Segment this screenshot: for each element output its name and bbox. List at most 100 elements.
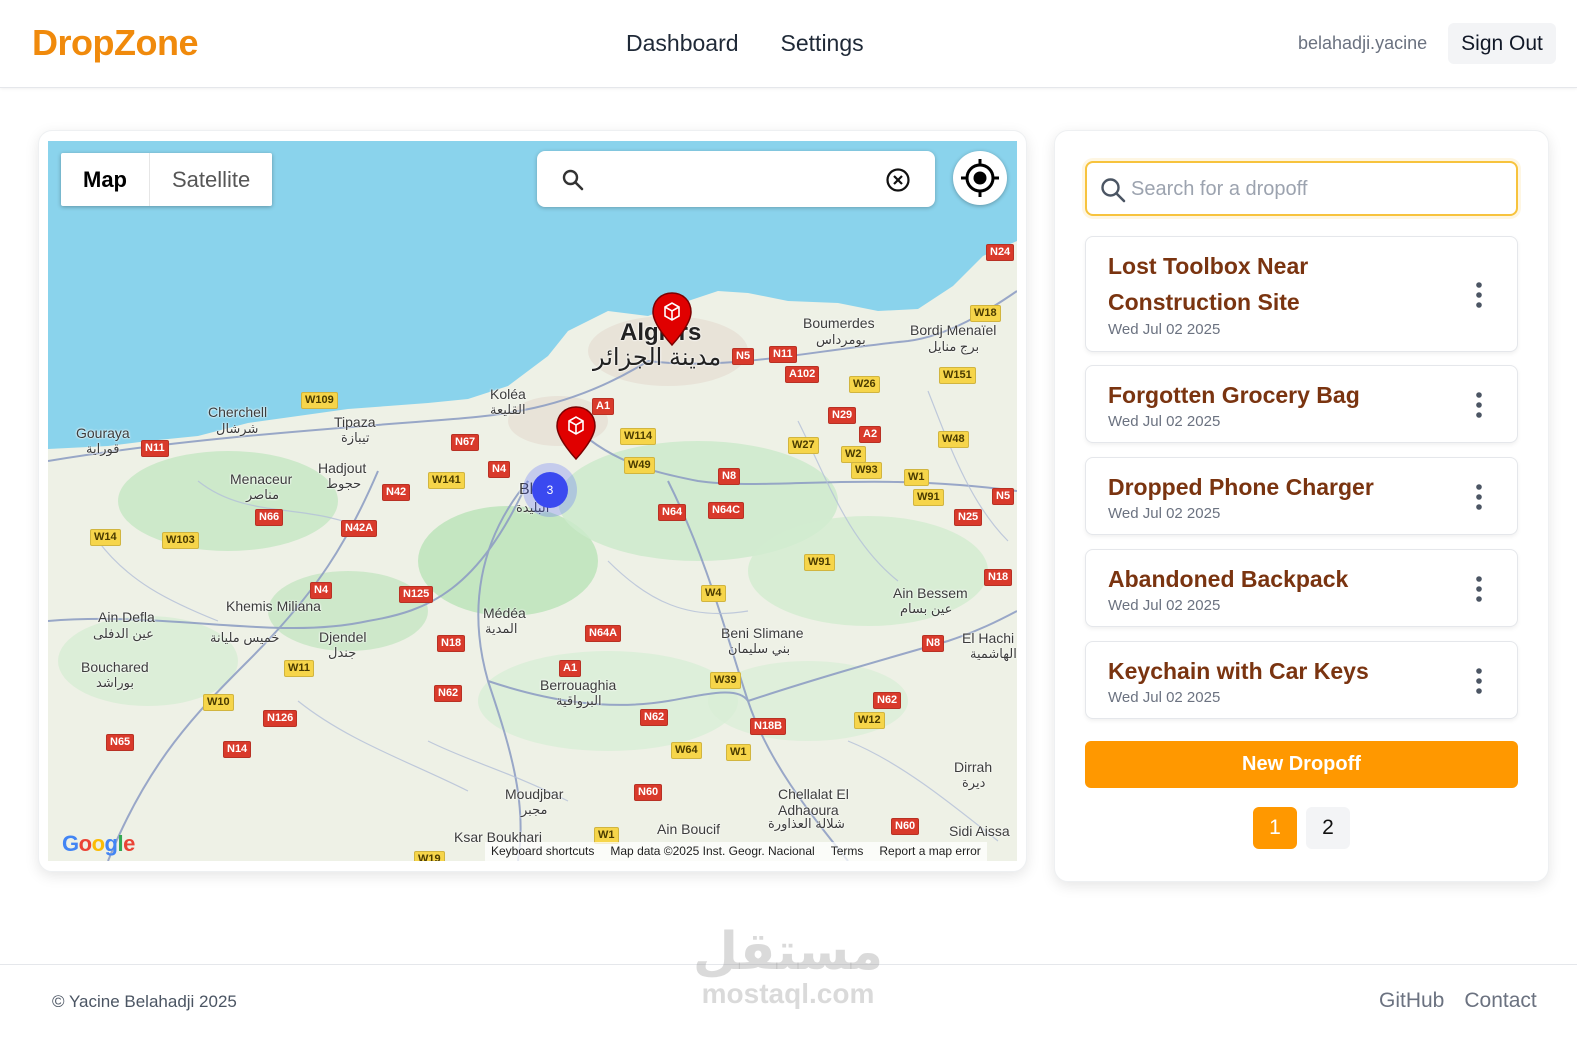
road-shield: W1 [904, 469, 929, 486]
map-label-gouraya-ar: قوراية [86, 441, 120, 456]
dropoff-list-item[interactable]: Abandoned Backpack Wed Jul 02 2025 [1085, 549, 1518, 627]
road-shield: W151 [939, 367, 976, 384]
footer-links: GitHub Contact [1379, 989, 1537, 1013]
road-shield: W11 [284, 660, 315, 677]
map-label-berrouaghia: Berrouaghia [540, 677, 617, 693]
road-shield: W91 [804, 554, 835, 571]
google-map[interactable]: Algiers مدينة الجزائر Boumerdes بومرداس … [48, 141, 1017, 861]
dropoff-list-item[interactable]: Dropped Phone Charger Wed Jul 02 2025 [1085, 457, 1518, 535]
map-label-ain-boucif: Ain Boucif [657, 821, 721, 837]
dropoff-list-item[interactable]: Keychain with Car Keys Wed Jul 02 2025 [1085, 641, 1518, 719]
report-map-error-link[interactable]: Report a map error [879, 842, 980, 861]
road-shield: W27 [788, 437, 819, 454]
locate-me-button[interactable] [953, 151, 1007, 205]
map-label-ain-bessem-ar: عين بسام [900, 601, 953, 616]
google-logo-letter: o [91, 831, 105, 856]
road-shield: N64A [585, 625, 622, 642]
watermark-arabic: مستقل [692, 923, 884, 981]
more-options-icon[interactable] [1474, 483, 1484, 516]
pagination-page-1[interactable]: 1 [1253, 807, 1297, 849]
dropoff-title: Dropped Phone Charger [1108, 474, 1374, 500]
watermark-latin: mostaql.com [701, 978, 875, 1009]
road-shield: N60 [634, 784, 663, 801]
road-shield: W19 [414, 851, 445, 861]
sign-out-button[interactable]: Sign Out [1448, 23, 1556, 64]
road-shield: N126 [263, 710, 298, 727]
dropoff-map-marker[interactable] [555, 405, 597, 466]
dropoff-title: Forgotten Grocery Bag [1108, 382, 1360, 408]
map-label-tipaza-ar: تيبازة [341, 430, 370, 445]
map-type-map-button[interactable]: Map [61, 153, 150, 206]
map-label-menaceur-ar: مناصر [246, 487, 280, 502]
road-shield: W49 [624, 457, 655, 474]
road-shield: N64 [658, 504, 687, 521]
keyboard-shortcuts-link[interactable]: Keyboard shortcuts [491, 842, 594, 861]
map-label-bouchared: Bouchared [81, 659, 149, 675]
dropoff-search-box [1085, 161, 1518, 216]
map-label-kolea-ar: القليعة [490, 402, 526, 417]
road-shield: N18 [437, 635, 466, 652]
map-label-el-hachi: El Hachi [962, 630, 1015, 646]
marker-cluster[interactable]: 3 [523, 463, 577, 517]
pagination-page-2[interactable]: 2 [1306, 807, 1350, 849]
dropoff-search-input[interactable] [1131, 171, 1501, 207]
dropoff-date: Wed Jul 02 2025 [1108, 321, 1221, 338]
road-shield: W2 [841, 446, 866, 463]
more-options-icon[interactable] [1474, 575, 1484, 608]
map-label-moudjbar: Moudjbar [505, 786, 564, 802]
google-logo-text: Google [62, 831, 135, 856]
map-label-khemis-miliana-ar: خميس مليانة [210, 630, 280, 645]
road-shield: N60 [891, 818, 920, 835]
road-shield: N125 [399, 586, 434, 603]
road-shield: N18B [750, 718, 787, 735]
nav-settings[interactable]: Settings [781, 30, 864, 57]
road-shield: N11 [769, 346, 797, 363]
map-label-sidi-aissa: Sidi Aissa [949, 823, 1010, 839]
road-shield: N62 [434, 685, 463, 702]
dropoff-title: Keychain with Car Keys [1108, 658, 1369, 684]
map-label-chellalat: Chellalat El Adhaoura [778, 786, 849, 818]
dropoff-list-item[interactable]: Lost Toolbox Near Construction Site Wed … [1085, 236, 1518, 352]
road-shield: N24 [986, 244, 1015, 261]
google-logo[interactable]: Google [62, 831, 135, 857]
dropoff-date: Wed Jul 02 2025 [1108, 597, 1221, 614]
more-options-icon[interactable] [1474, 281, 1484, 314]
google-logo-letter: e [123, 831, 135, 856]
search-icon [561, 168, 585, 197]
new-dropoff-button[interactable]: New Dropoff [1085, 741, 1518, 788]
map-label-djendel-ar: جندل [328, 645, 357, 660]
map-label-ain-defla: Ain Defla [98, 609, 155, 625]
clear-search-icon[interactable] [885, 167, 911, 198]
app-logo[interactable]: DropZone [32, 22, 198, 64]
nav-dashboard[interactable]: Dashboard [626, 30, 739, 57]
more-options-icon[interactable] [1474, 391, 1484, 424]
road-shield: N5 [732, 348, 755, 365]
map-label-ain-bessem: Ain Bessem [893, 585, 968, 601]
map-attribution: Keyboard shortcuts Map data ©2025 Inst. … [485, 842, 987, 861]
map-label-bouchared-ar: بوراشد [96, 675, 134, 690]
terms-link[interactable]: Terms [831, 842, 864, 861]
road-shield: W26 [849, 376, 880, 393]
more-options-icon[interactable] [1474, 667, 1484, 700]
road-shield: N62 [640, 709, 669, 726]
road-shield: W39 [710, 672, 741, 689]
map-search-box[interactable] [537, 151, 935, 207]
road-shield: N4 [310, 582, 333, 599]
dropoff-list-item[interactable]: Forgotten Grocery Bag Wed Jul 02 2025 [1085, 365, 1518, 443]
map-type-control: Map Satellite [61, 153, 273, 206]
road-shield: W14 [90, 529, 121, 546]
road-shield: W109 [301, 392, 338, 409]
github-link[interactable]: GitHub [1379, 989, 1444, 1013]
road-shield: N11 [141, 440, 169, 457]
road-shield: N14 [223, 741, 252, 758]
map-label-tipaza: Tipaza [334, 414, 376, 430]
road-shield: W10 [203, 694, 234, 711]
contact-link[interactable]: Contact [1464, 989, 1536, 1013]
map-type-satellite-button[interactable]: Satellite [150, 153, 272, 206]
road-shield: N65 [106, 734, 135, 751]
road-shield: N5 [992, 488, 1015, 505]
map-label-bordj-menaiel-ar: برج منايل [928, 339, 980, 354]
road-shield: W103 [162, 532, 199, 549]
dropoff-map-marker[interactable] [651, 291, 693, 352]
map-label-djendel: Djendel [319, 629, 367, 645]
